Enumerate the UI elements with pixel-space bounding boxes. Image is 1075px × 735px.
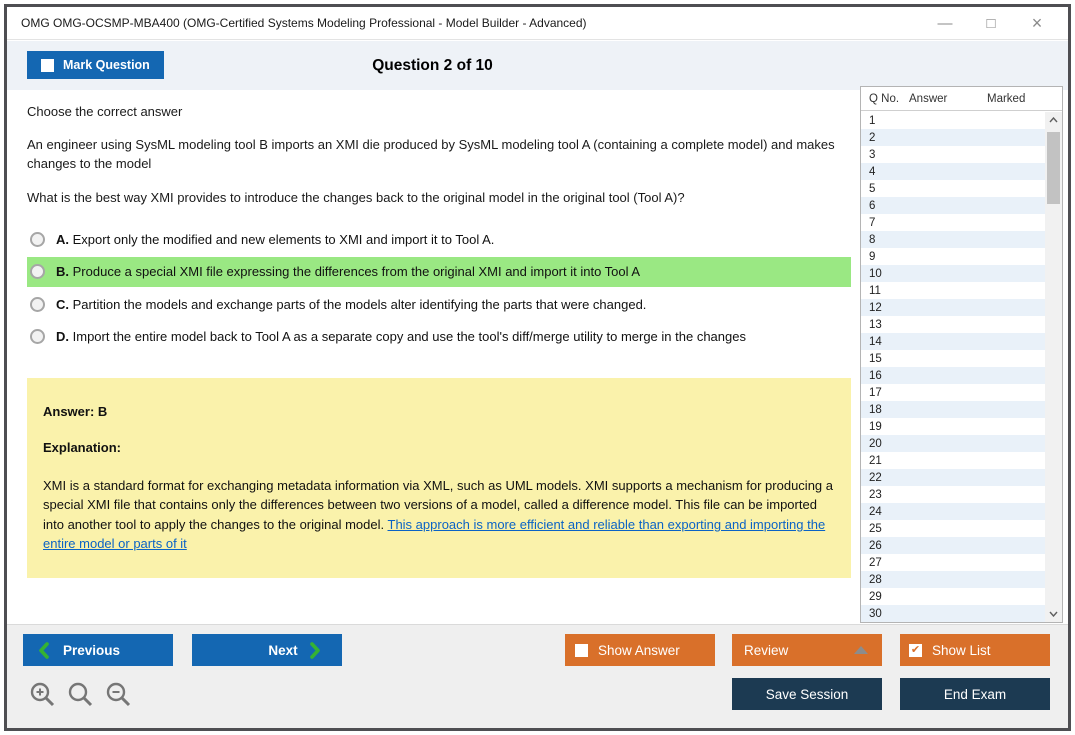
question-list-row[interactable]: 11 — [861, 282, 1045, 299]
question-content: Choose the correct answer An engineer us… — [27, 90, 851, 578]
show-answer-checkbox[interactable] — [575, 643, 588, 657]
option-text: A. Export only the modified and new elem… — [56, 231, 495, 247]
question-list-row[interactable]: 26 — [861, 537, 1045, 554]
zoom-in-icon[interactable] — [29, 681, 56, 708]
question-list-rows: 1 2 3 4 5 6 7 8 9 10 11 12 13 14 15 16 17 18 19 20 21 22 23 24 2… — [861, 112, 1045, 622]
option-text: D. Import the entire model back to Tool … — [56, 329, 746, 345]
question-list-row[interactable]: 6 — [861, 197, 1045, 214]
question-list-row[interactable]: 29 — [861, 588, 1045, 605]
end-exam-button[interactable]: End Exam — [900, 678, 1050, 710]
question-list-row[interactable]: 21 — [861, 452, 1045, 469]
end-exam-label: End Exam — [943, 686, 1007, 702]
question-list-row[interactable]: 18 — [861, 401, 1045, 418]
previous-button[interactable]: Previous — [23, 634, 173, 666]
column-header-answer: Answer — [909, 92, 948, 105]
review-dropdown[interactable]: Review — [732, 634, 882, 666]
question-list-row[interactable]: 30 — [861, 605, 1045, 622]
question-list-panel: Q No. Answer Marked 1 2 3 4 5 6 7 8 9 10 11 12 13 14 1… — [860, 86, 1063, 623]
question-list-row[interactable]: 24 — [861, 503, 1045, 520]
review-label: Review — [744, 642, 789, 658]
question-list-row[interactable]: 13 — [861, 316, 1045, 333]
question-list-scrollbar[interactable] — [1045, 112, 1062, 622]
title-bar: OMG OMG-OCSMP-MBA400 (OMG-Certified Syst… — [7, 7, 1068, 40]
column-header-marked: Marked — [987, 92, 1026, 105]
explanation-text: XMI is a standard format for exchanging … — [43, 476, 833, 554]
app-window: OMG OMG-OCSMP-MBA400 (OMG-Certified Syst… — [4, 4, 1071, 731]
question-list-header: Q No. Answer Marked — [861, 87, 1062, 111]
column-header-qno: Q No. — [869, 92, 900, 105]
question-body: An engineer using SysML modeling tool B … — [27, 137, 835, 171]
question-list-row[interactable]: 10 — [861, 265, 1045, 282]
option-text: B. Produce a special XMI file expressing… — [56, 264, 641, 280]
question-list-row[interactable]: 9 — [861, 248, 1045, 265]
question-list-row[interactable]: 16 — [861, 367, 1045, 384]
show-list-checkbox[interactable]: ✔ — [909, 643, 922, 657]
question-list-row[interactable]: 19 — [861, 418, 1045, 435]
window-controls: — □ × — [922, 8, 1068, 38]
explanation-label: Explanation: — [43, 439, 122, 455]
question-list-row[interactable]: 8 — [861, 231, 1045, 248]
option-b[interactable]: B. Produce a special XMI file expressing… — [27, 257, 851, 287]
chevron-left-icon — [38, 641, 49, 659]
question-prompt: What is the best way XMI provides to int… — [27, 189, 685, 205]
maximize-icon[interactable]: □ — [968, 8, 1014, 38]
scrollbar-thumb[interactable] — [1047, 132, 1060, 204]
scroll-up-icon[interactable] — [1045, 112, 1062, 128]
screenshot-frame: OMG OMG-OCSMP-MBA400 (OMG-Certified Syst… — [0, 0, 1075, 735]
save-session-button[interactable]: Save Session — [732, 678, 882, 710]
explanation-box: Answer: B Explanation: XMI is a standard… — [27, 377, 851, 578]
option-radio[interactable] — [30, 329, 45, 345]
show-list-label: Show List — [932, 642, 991, 658]
question-list-row[interactable]: 7 — [861, 214, 1045, 231]
mark-question-button[interactable]: Mark Question — [27, 51, 164, 79]
question-list-row[interactable]: 2 — [861, 129, 1045, 146]
footer-bar: Previous Next Show Answer Review ✔ Show … — [7, 624, 1068, 728]
question-list-row[interactable]: 12 — [861, 299, 1045, 316]
option-radio[interactable] — [30, 231, 45, 247]
close-icon[interactable]: × — [1014, 8, 1060, 38]
question-list-row[interactable]: 25 — [861, 520, 1045, 537]
window-title: OMG OMG-OCSMP-MBA400 (OMG-Certified Syst… — [21, 16, 587, 30]
question-list-row[interactable]: 28 — [861, 571, 1045, 588]
chevron-right-icon — [309, 641, 321, 659]
zoom-out-icon[interactable] — [105, 681, 132, 708]
question-list-row[interactable]: 17 — [861, 384, 1045, 401]
option-d[interactable]: D. Import the entire model back to Tool … — [27, 322, 851, 352]
mark-question-checkbox[interactable] — [41, 58, 54, 72]
mark-question-label: Mark Question — [63, 58, 150, 72]
question-list-row[interactable]: 1 — [861, 112, 1045, 129]
scroll-down-icon[interactable] — [1045, 606, 1062, 622]
show-answer-label: Show Answer — [598, 642, 680, 658]
question-list-row[interactable]: 14 — [861, 333, 1045, 350]
show-list-button[interactable]: ✔ Show List — [900, 634, 1050, 666]
previous-label: Previous — [63, 642, 121, 658]
save-session-label: Save Session — [765, 686, 849, 702]
question-list-row[interactable]: 22 — [861, 469, 1045, 486]
option-radio[interactable] — [30, 264, 45, 280]
minimize-icon[interactable]: — — [922, 8, 968, 38]
option-a[interactable]: A. Export only the modified and new elem… — [27, 225, 851, 255]
question-list-row[interactable]: 23 — [861, 486, 1045, 503]
option-radio[interactable] — [30, 296, 45, 312]
next-button[interactable]: Next — [192, 634, 342, 666]
zoom-controls — [29, 681, 132, 708]
triangle-up-icon — [854, 646, 868, 654]
options-list: A. Export only the modified and new elem… — [27, 225, 851, 352]
zoom-reset-icon[interactable] — [67, 681, 94, 708]
question-list-row[interactable]: 5 — [861, 180, 1045, 197]
question-instruction: Choose the correct answer — [27, 104, 183, 119]
answer-label: Answer: B — [43, 403, 108, 419]
option-c[interactable]: C. Partition the models and exchange par… — [27, 290, 851, 320]
question-list-row[interactable]: 15 — [861, 350, 1045, 367]
next-label: Next — [268, 642, 298, 658]
header-strip: Question 2 of 10 Mark Question — [7, 41, 1068, 90]
question-list-row[interactable]: 4 — [861, 163, 1045, 180]
show-answer-button[interactable]: Show Answer — [565, 634, 715, 666]
question-list-row[interactable]: 20 — [861, 435, 1045, 452]
question-list-row[interactable]: 27 — [861, 554, 1045, 571]
option-text: C. Partition the models and exchange par… — [56, 296, 647, 312]
question-list-row[interactable]: 3 — [861, 146, 1045, 163]
